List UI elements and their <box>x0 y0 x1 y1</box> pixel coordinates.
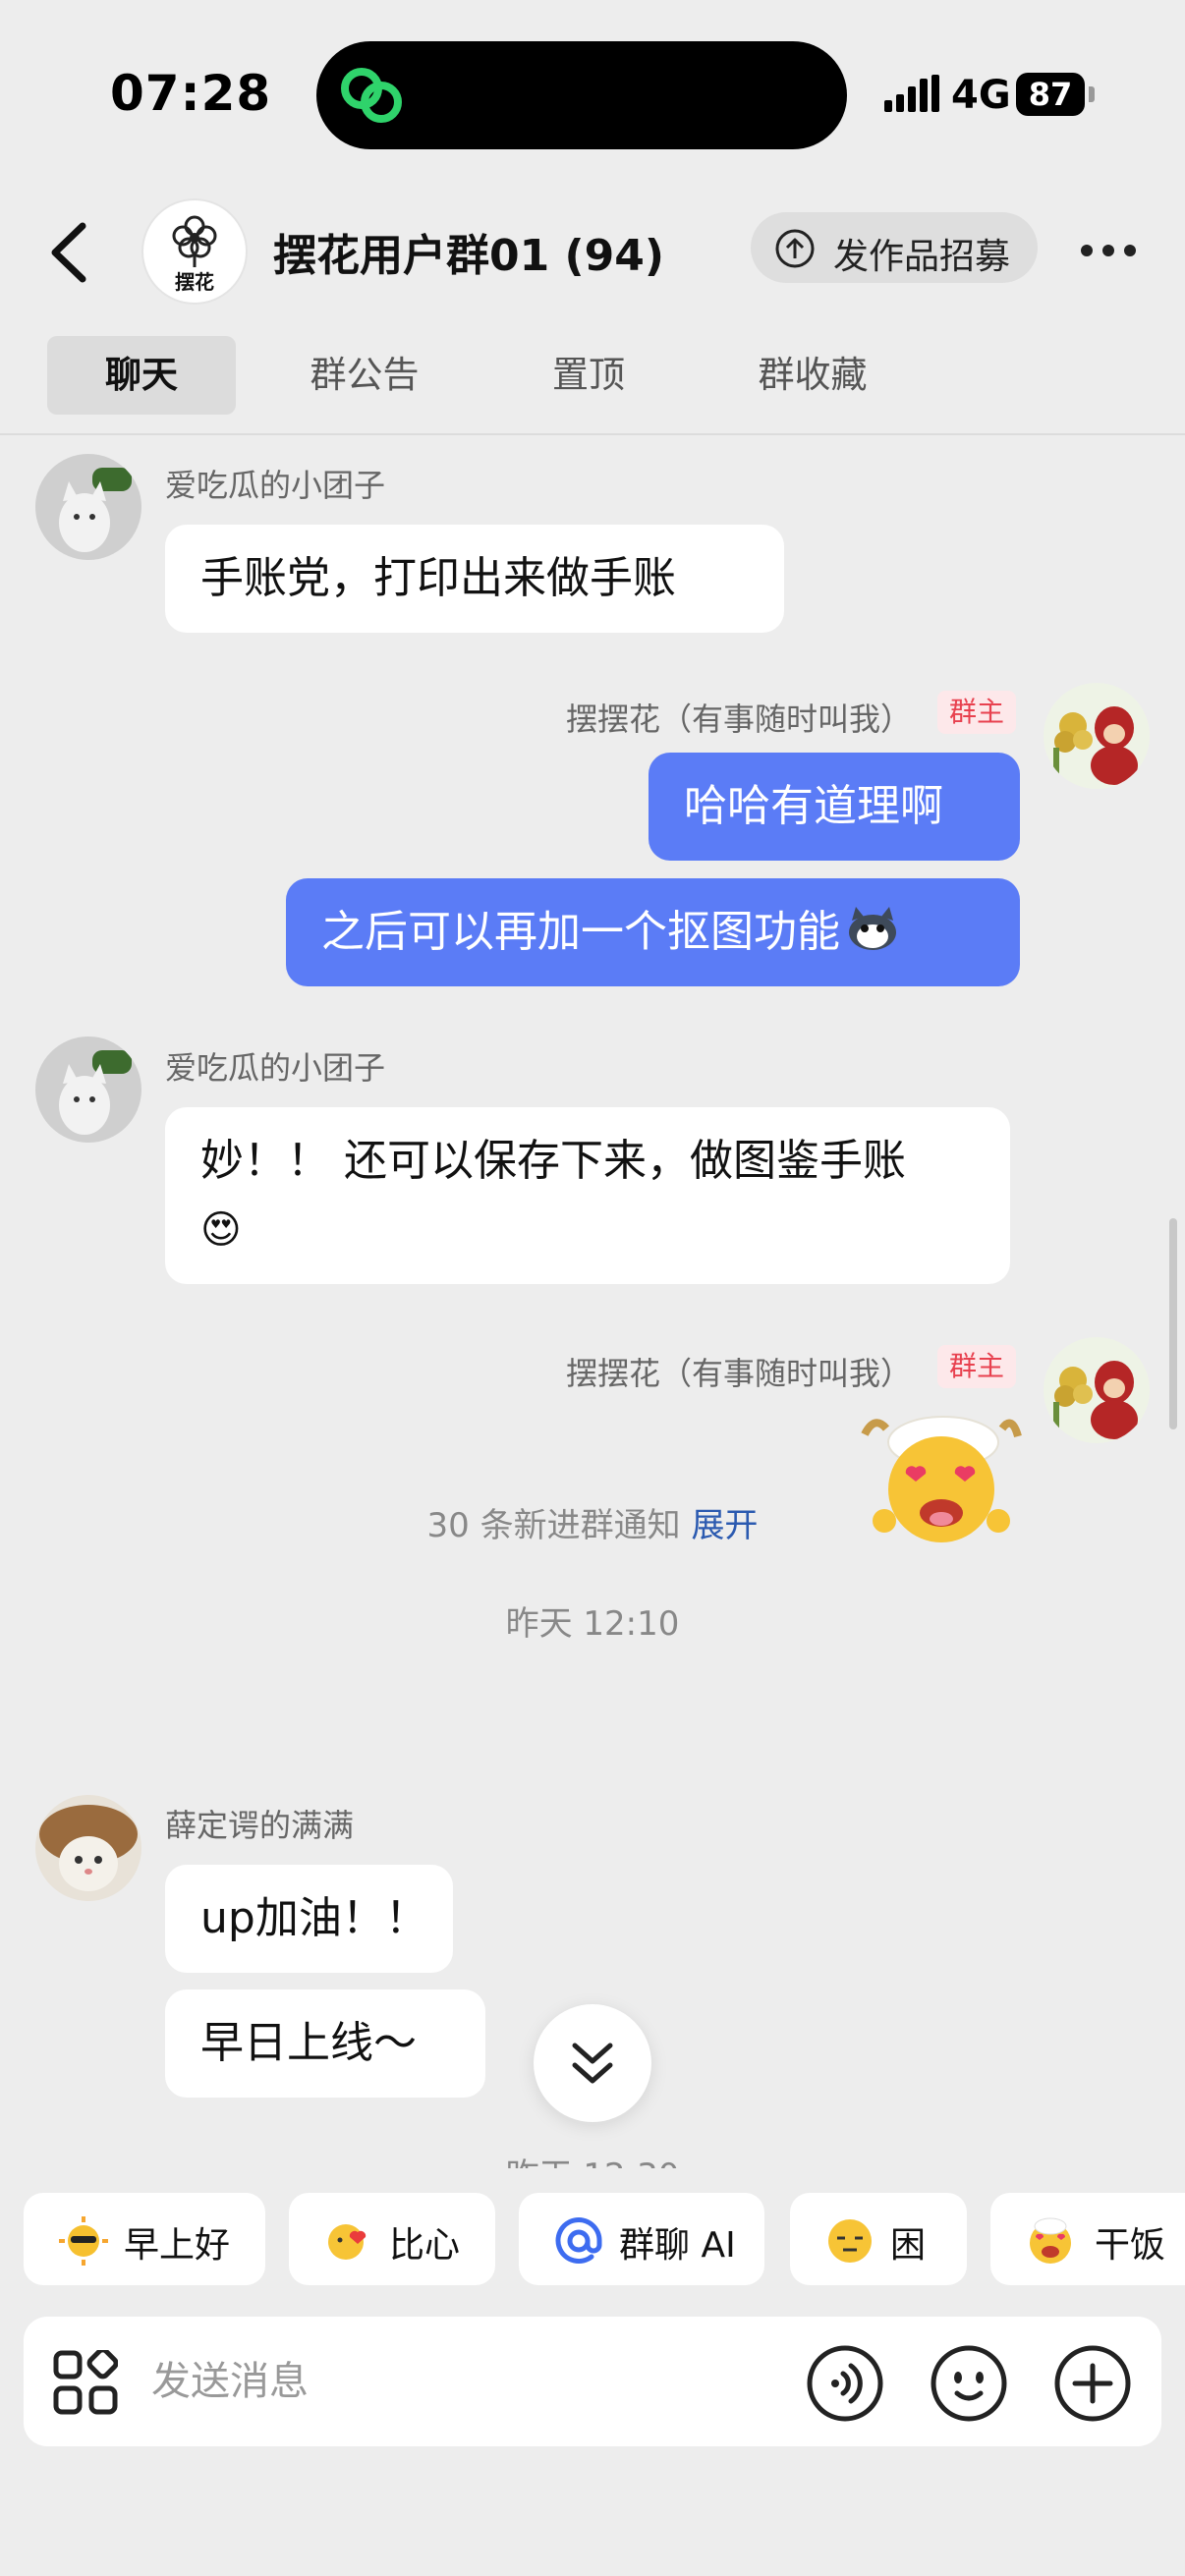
input-bar <box>24 2317 1161 2446</box>
owner-badge: 群主 <box>937 691 1017 734</box>
network-type: 4G <box>951 73 1011 118</box>
message-list[interactable]: 爱吃瓜的小团子 手账党，打印出来做手账 摆摆花（有事随时叫我） 群主 哈哈有道理… <box>0 437 1185 2168</box>
clock: 07:28 <box>110 65 272 122</box>
join-notice: 30 条新进群通知 展开 <box>0 1498 1185 1546</box>
sender-name: 爱吃瓜的小团子 <box>165 1049 386 1087</box>
tab-chat[interactable]: 聊天 <box>47 336 236 415</box>
status-bar: 07:28 4G 87 <box>0 0 1185 177</box>
sun-emoji-icon <box>59 2216 108 2266</box>
quick-reply-label: 早上好 <box>124 2225 231 2266</box>
sender-name: 爱吃瓜的小团子 <box>165 467 386 504</box>
svg-text:摆花: 摆花 <box>175 270 214 294</box>
back-icon[interactable] <box>45 218 94 287</box>
cat-avatar-icon <box>35 454 141 560</box>
sender-name: 摆摆花（有事随时叫我） <box>566 1355 913 1392</box>
owner-badge: 群主 <box>937 1345 1017 1388</box>
sleepy-face-emoji-icon <box>828 2219 872 2263</box>
sender-name: 薛定谔的满满 <box>165 1807 355 1844</box>
message-bubble[interactable]: 手账党，打印出来做手账 <box>165 525 784 633</box>
avatar[interactable] <box>1044 1337 1150 1443</box>
group-title[interactable]: 摆花用户群01 (94) <box>273 220 664 283</box>
expand-link[interactable]: 展开 <box>691 1506 758 1545</box>
avatar[interactable] <box>35 1036 141 1143</box>
avatar[interactable] <box>35 1795 141 1901</box>
flower-logo-icon: 摆花 <box>172 215 217 294</box>
at-sign-icon <box>555 2217 602 2264</box>
quick-reply-bar: 早上好 比心 群聊 AI 困 干饭 <box>0 2191 1185 2289</box>
quick-reply-good-morning[interactable]: 早上好 <box>24 2193 265 2285</box>
monkey-avatar-icon <box>1044 1337 1150 1443</box>
quick-reply-sleepy[interactable]: 困 <box>790 2193 967 2285</box>
plus-icon[interactable] <box>1053 2344 1132 2423</box>
apps-grid-icon[interactable] <box>53 2350 118 2415</box>
join-notice-text: 30 条新进群通知 <box>426 1506 681 1545</box>
quick-reply-label: 干饭 <box>1095 2225 1166 2266</box>
dynamic-island <box>316 41 847 149</box>
more-icon[interactable] <box>1079 236 1138 265</box>
quick-reply-heart[interactable]: 比心 <box>289 2193 495 2285</box>
hungry-face-emoji-icon <box>1030 2217 1071 2264</box>
quick-reply-group-ai[interactable]: 群聊 AI <box>519 2193 764 2285</box>
recruit-button-label: 发作品招募 <box>833 237 1011 277</box>
quick-reply-eat[interactable]: 干饭 <box>990 2193 1185 2285</box>
quick-reply-label: 比心 <box>389 2225 461 2266</box>
cat-avatar-icon <box>35 1036 141 1143</box>
recruit-button[interactable]: 发作品招募 <box>751 212 1038 283</box>
battery-tip <box>1089 86 1095 102</box>
tab-pinned[interactable]: 置顶 <box>495 336 682 415</box>
timestamp: 昨天 12:10 <box>505 1604 680 1644</box>
tab-announcement[interactable]: 群公告 <box>271 336 458 415</box>
message-text: 妙！！ 还可以保存下来，做图鉴手账 <box>200 1136 906 1186</box>
message-bubble[interactable]: 之后可以再加一个抠图功能 <box>286 878 1020 986</box>
tab-bar: 聊天 群公告 置顶 群收藏 <box>0 324 1185 435</box>
message-bubble[interactable]: 妙！！ 还可以保存下来，做图鉴手账 😍 <box>165 1107 1010 1284</box>
battery-level: 87 <box>1016 73 1085 116</box>
signal-icon <box>884 75 939 112</box>
avatar[interactable] <box>1044 683 1150 789</box>
link-icon <box>341 68 402 123</box>
scroll-to-bottom-button[interactable] <box>534 2004 651 2122</box>
upload-circle-icon <box>775 229 815 268</box>
raccoon-emoji-icon <box>849 907 896 950</box>
message-text: 😍 <box>200 1207 242 1253</box>
scrollbar[interactable] <box>1169 1218 1177 1429</box>
quick-reply-label: 困 <box>890 2225 927 2266</box>
message-bubble[interactable]: up加油！！ <box>165 1865 453 1973</box>
message-input[interactable] <box>151 2346 790 2417</box>
sender-name: 摆摆花（有事随时叫我） <box>566 700 913 738</box>
monkey-avatar-icon <box>1044 683 1150 789</box>
emoji-icon[interactable] <box>930 2344 1008 2423</box>
group-avatar[interactable]: 摆花 <box>141 198 248 305</box>
message-text: 之后可以再加一个抠图功能 <box>321 907 840 957</box>
cat-hat-avatar-icon <box>35 1795 141 1901</box>
timestamp: 昨天 12:30 <box>0 2149 1185 2168</box>
chat-header: 摆花 摆花用户群01 (94) 发作品招募 <box>0 177 1185 324</box>
avatar[interactable] <box>35 454 141 560</box>
message-bubble[interactable]: 早日上线～ <box>165 1989 485 2098</box>
heart-hands-emoji-icon <box>328 2224 367 2260</box>
message-bubble[interactable]: 哈哈有道理啊 <box>649 753 1020 861</box>
tab-favorites[interactable]: 群收藏 <box>719 336 906 415</box>
double-chevron-down-icon <box>572 2043 613 2084</box>
quick-reply-label: 群聊 AI <box>619 2225 736 2266</box>
voice-icon[interactable] <box>806 2344 884 2423</box>
